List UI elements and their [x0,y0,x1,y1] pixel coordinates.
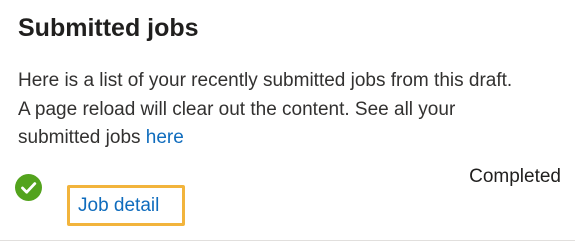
job-detail-focus-outline[interactable]: Job detail [67,185,185,226]
panel-description: Here is a list of your recently submitte… [18,67,563,153]
job-detail-link[interactable]: Job detail [78,193,159,219]
job-status-text: Completed [469,166,561,187]
all-jobs-here-link[interactable]: here [146,127,184,148]
check-circle-icon [15,174,42,201]
description-line-1: Here is a list of your recently submitte… [18,70,513,91]
description-line-3-text: submitted jobs [18,127,146,148]
divider [0,240,575,241]
submitted-jobs-panel: Submitted jobs Here is a list of your re… [0,0,575,250]
description-line-3: submitted jobs here [18,124,563,153]
job-row: Completed Job detail [0,155,575,235]
panel-title: Submitted jobs [18,14,199,42]
description-line-2: A page reload will clear out the content… [18,98,456,120]
